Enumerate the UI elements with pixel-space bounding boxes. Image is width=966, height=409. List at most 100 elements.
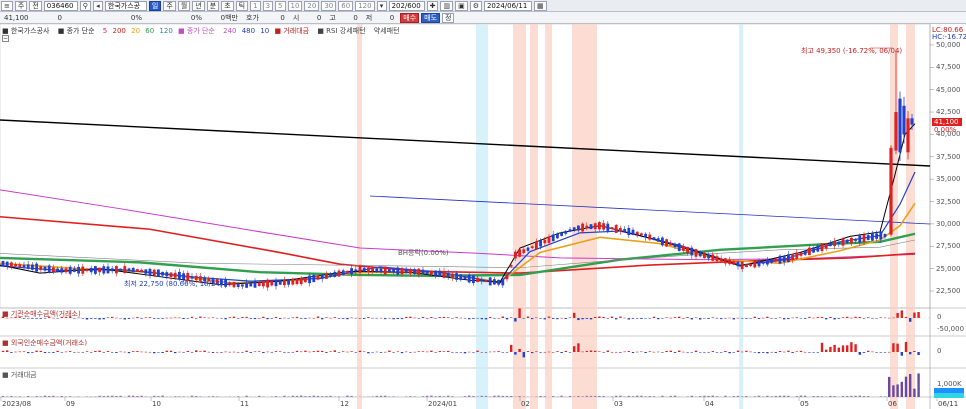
foreign-bar	[333, 350, 336, 352]
foreign-bar	[14, 351, 17, 353]
foreign-bar	[703, 352, 706, 353]
volume-bar	[245, 395, 248, 397]
foreign-bar	[405, 351, 408, 353]
candle-body	[656, 238, 660, 242]
candle-body	[329, 273, 332, 277]
foreign-bar	[304, 350, 307, 352]
foreign-bar	[111, 352, 114, 353]
inst-bar	[421, 316, 425, 318]
volume-bar	[308, 396, 311, 397]
high-annotation: 최고 49,350 (-16.72%, 06/04)	[801, 47, 903, 55]
time-tick-label: 12	[340, 400, 349, 408]
trendline-blue	[369, 195, 931, 225]
volume-bar	[652, 396, 656, 397]
candle-body	[325, 273, 328, 279]
price-tick-label: 45,000	[936, 85, 961, 94]
candle-body	[10, 262, 13, 267]
candle-body	[60, 268, 64, 273]
time-tick-label: 2024/01	[428, 400, 458, 408]
candle-body	[724, 258, 727, 264]
candle-body	[140, 269, 143, 273]
volume-bar	[300, 395, 303, 397]
volume-bar	[673, 395, 677, 397]
candle-body	[493, 279, 496, 285]
foreign-bar	[539, 352, 542, 353]
volume-bar	[820, 396, 824, 397]
price-chart[interactable]	[0, 0, 966, 409]
foreign-bar	[463, 352, 467, 354]
inst-bar	[543, 318, 546, 320]
candle-body	[497, 279, 500, 285]
foreign-bar	[6, 350, 9, 352]
candle-body	[383, 266, 387, 275]
price-tick-label: 35,000	[936, 175, 961, 184]
volume-bar	[190, 395, 194, 397]
volume-bar	[283, 395, 286, 397]
legend-collapse-icon[interactable]: −	[2, 35, 9, 42]
volume-bar	[770, 396, 773, 397]
foreign-bar	[518, 348, 521, 352]
candle-body	[73, 268, 76, 272]
candle-body	[409, 269, 412, 274]
foreign-bar	[253, 351, 257, 353]
foreign-bar	[220, 352, 223, 353]
volume-indicator-box-2	[934, 393, 964, 398]
foreign-bar	[825, 349, 828, 352]
inst-axis-0: 0	[937, 313, 942, 321]
foreign-bar	[199, 351, 202, 352]
volume-bar	[102, 396, 105, 397]
volume-bar	[321, 396, 324, 397]
foreign-bar	[329, 351, 332, 352]
foreign-bar	[791, 352, 794, 353]
volume-bar	[602, 396, 605, 397]
foreign-bar	[98, 350, 101, 352]
volume-bar	[312, 395, 315, 397]
foreign-bar	[673, 352, 677, 353]
foreign-bar	[615, 351, 618, 353]
time-tick-label: 05	[800, 400, 809, 408]
inst-bar	[673, 317, 677, 318]
candle-body	[841, 238, 845, 246]
candle-body	[858, 235, 862, 243]
volume-bar	[757, 395, 761, 397]
foreign-bar	[900, 352, 903, 356]
inst-bar	[900, 310, 903, 318]
foreign-bar	[169, 350, 173, 352]
candle-body	[417, 268, 421, 275]
candle-body	[39, 266, 43, 271]
candle-body	[816, 245, 820, 252]
candle-body	[161, 271, 164, 276]
inst-bar	[337, 318, 341, 319]
volume-bar	[409, 396, 412, 397]
inst-bar	[757, 318, 761, 319]
candle-body	[879, 231, 883, 240]
volume-bar	[304, 396, 307, 397]
volume-bar	[631, 396, 635, 397]
candle-body	[106, 266, 110, 274]
time-tick-label: 06/11	[938, 400, 959, 408]
time-tick-label: 10	[152, 400, 161, 408]
foreign-bar	[413, 351, 416, 353]
volume-bar	[6, 396, 9, 397]
foreign-bar	[657, 351, 660, 353]
candle-body	[232, 281, 236, 288]
candle-body	[31, 264, 34, 270]
foreign-bar	[867, 350, 870, 352]
volume-bar	[850, 395, 853, 397]
legend-ma-240: 240	[223, 27, 237, 35]
foreign-bar	[258, 351, 261, 352]
foreign-bar	[224, 351, 227, 353]
foreign-axis-0: 0	[937, 347, 942, 355]
candle-body	[136, 269, 139, 272]
candle-body	[736, 261, 740, 267]
volume-bar	[115, 395, 118, 397]
foreign-bar	[39, 350, 42, 352]
volume-bar	[585, 395, 588, 397]
foreign-bar	[913, 350, 916, 352]
foreign-bar	[661, 352, 664, 353]
volume-bar	[10, 396, 13, 397]
inst-bar	[589, 318, 593, 320]
volume-bar	[745, 395, 748, 397]
candle-body	[703, 252, 706, 259]
foreign-bar	[724, 350, 727, 352]
